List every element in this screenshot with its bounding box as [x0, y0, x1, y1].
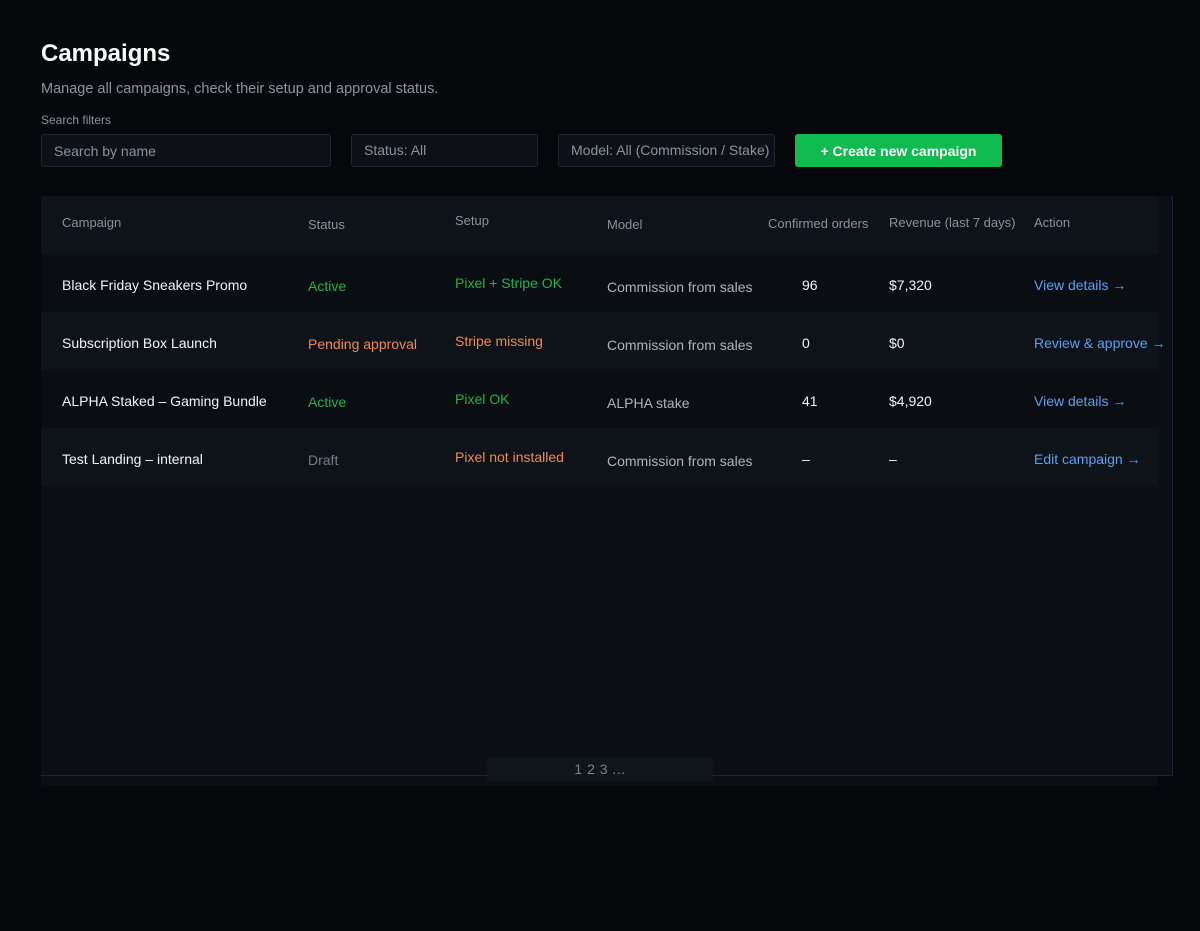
- campaign-model: ALPHA stake: [607, 395, 690, 411]
- search-input[interactable]: [41, 134, 331, 167]
- setup-status: Pixel OK: [455, 391, 510, 407]
- table-row: Black Friday Sneakers Promo Active Pixel…: [41, 254, 1158, 312]
- view-details-link[interactable]: View details →: [1034, 392, 1126, 410]
- status-badge: Draft: [308, 452, 339, 468]
- view-details-link[interactable]: View details →: [1034, 276, 1126, 294]
- status-filter-select[interactable]: Status: All: [351, 134, 538, 167]
- campaign-name: Subscription Box Launch: [62, 335, 217, 351]
- confirmed-orders: 41: [802, 393, 818, 409]
- pagination[interactable]: 1 2 3 ...: [487, 757, 713, 781]
- column-header-model: Model: [607, 217, 643, 232]
- revenue-value: –: [889, 451, 897, 467]
- status-badge: Active: [308, 394, 347, 410]
- table-row: Test Landing – internal Draft Pixel not …: [41, 428, 1158, 486]
- revenue-value: $4,920: [889, 393, 932, 409]
- campaign-name: ALPHA Staked – Gaming Bundle: [62, 393, 267, 409]
- campaign-model: Commission from sales: [607, 279, 753, 295]
- setup-status: Stripe missing: [455, 333, 543, 349]
- review-approve-link[interactable]: Review & approve →: [1034, 334, 1166, 352]
- column-header-confirmed-orders: Confirmed orders: [768, 216, 869, 231]
- column-header-status: Status: [308, 217, 345, 232]
- search-filters-label: Search filters: [41, 113, 112, 127]
- column-header-campaign: Campaign: [62, 215, 122, 230]
- edit-campaign-link[interactable]: Edit campaign →: [1034, 450, 1141, 468]
- campaign-name: Black Friday Sneakers Promo: [62, 277, 248, 293]
- setup-status: Pixel not installed: [455, 449, 564, 465]
- revenue-value: $0: [889, 335, 905, 351]
- column-header-setup: Setup: [455, 213, 489, 228]
- table-row: Subscription Box Launch Pending approval…: [41, 312, 1166, 370]
- setup-status: Pixel + Stripe OK: [455, 275, 562, 291]
- campaigns-page: Campaigns Manage all campaigns, check th…: [0, 0, 1200, 931]
- page-subtitle: Manage all campaigns, check their setup …: [41, 81, 439, 97]
- campaign-model: Commission from sales: [607, 453, 753, 469]
- table-header-row: Campaign Status Setup Model Confirmed or…: [41, 196, 1158, 254]
- column-header-revenue: Revenue (last 7 days): [889, 215, 1016, 230]
- campaign-model: Commission from sales: [607, 337, 753, 353]
- status-badge: Active: [308, 278, 347, 294]
- model-filter-select[interactable]: Model: All (Commission / Stake): [558, 134, 775, 167]
- confirmed-orders: 0: [802, 335, 810, 351]
- status-badge: Pending approval: [308, 336, 417, 352]
- page-title: Campaigns: [41, 40, 171, 67]
- column-header-action: Action: [1034, 215, 1071, 230]
- confirmed-orders: 96: [802, 277, 818, 293]
- confirmed-orders: –: [802, 451, 810, 467]
- create-campaign-button[interactable]: + Create new campaign: [795, 134, 1002, 167]
- revenue-value: $7,320: [889, 277, 932, 293]
- table-row: ALPHA Staked – Gaming Bundle Active Pixe…: [41, 370, 1158, 428]
- campaign-name: Test Landing – internal: [62, 451, 203, 467]
